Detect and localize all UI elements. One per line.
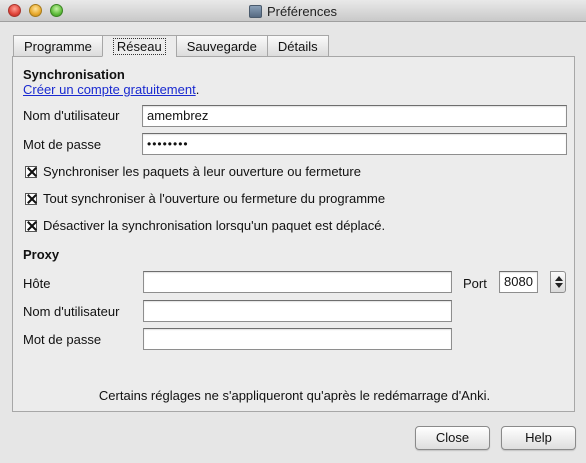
sync-on-open-close-option[interactable]: Synchroniser les paquets à leur ouvertur…	[25, 164, 361, 179]
app-icon	[248, 4, 262, 18]
sync-on-open-close-label: Synchroniser les paquets à leur ouvertur…	[43, 164, 361, 179]
sync-all-on-program-label: Tout synchroniser à l'ouverture ou ferme…	[43, 191, 386, 206]
sync-all-on-program-checkbox[interactable]	[25, 192, 37, 205]
proxy-password-label: Mot de passe	[23, 332, 102, 347]
restart-notice: Certains réglages ne s'appliqueront qu'a…	[98, 388, 491, 403]
proxy-port-label: Port	[463, 276, 487, 291]
preferences-window: Préférences Programme Réseau Sauvegarde …	[0, 0, 586, 463]
close-button[interactable]: Close	[415, 426, 490, 450]
disable-sync-on-move-checkbox[interactable]	[25, 219, 37, 232]
sync-username-input[interactable]: amembrez	[142, 105, 567, 127]
sync-password-label: Mot de passe	[23, 137, 102, 152]
tab-reseau[interactable]: Réseau	[101, 35, 176, 57]
network-tab-pane: Synchronisation Créer un compte gratuite…	[12, 56, 575, 412]
tab-programme[interactable]: Programme	[13, 35, 102, 57]
sync-username-label: Nom d'utilisateur	[23, 108, 120, 123]
sync-section-title: Synchronisation	[23, 67, 125, 82]
title-bar[interactable]: Préférences	[0, 0, 586, 22]
link-suffix: .	[195, 82, 200, 97]
proxy-port-stepper[interactable]	[550, 271, 566, 293]
tab-bar: Programme Réseau Sauvegarde Détails	[13, 35, 329, 57]
sync-password-input[interactable]: ••••••••	[142, 133, 567, 155]
proxy-host-label: Hôte	[23, 276, 51, 291]
sync-all-on-program-option[interactable]: Tout synchroniser à l'ouverture ou ferme…	[25, 191, 385, 206]
proxy-password-input[interactable]	[143, 328, 452, 350]
window-title: Préférences	[266, 3, 338, 19]
proxy-username-label: Nom d'utilisateur	[23, 304, 120, 319]
sync-on-open-close-checkbox[interactable]	[25, 165, 37, 178]
stepper-down-icon[interactable]	[555, 283, 563, 288]
tab-sauvegarde[interactable]: Sauvegarde	[175, 35, 267, 57]
tab-details[interactable]: Détails	[266, 35, 329, 57]
help-button[interactable]: Help	[501, 426, 576, 450]
stepper-up-icon[interactable]	[555, 276, 563, 281]
disable-sync-on-move-label: Désactiver la synchronisation lorsqu'un …	[43, 218, 386, 233]
tab-reseau-label: Réseau	[112, 38, 166, 55]
create-account-link[interactable]: Créer un compte gratuitement	[23, 82, 196, 97]
proxy-port-input[interactable]: 8080	[499, 271, 538, 293]
disable-sync-on-move-option[interactable]: Désactiver la synchronisation lorsqu'un …	[25, 218, 385, 233]
proxy-host-input[interactable]	[143, 271, 452, 293]
proxy-section-title: Proxy	[23, 247, 60, 262]
proxy-username-input[interactable]	[143, 300, 452, 322]
